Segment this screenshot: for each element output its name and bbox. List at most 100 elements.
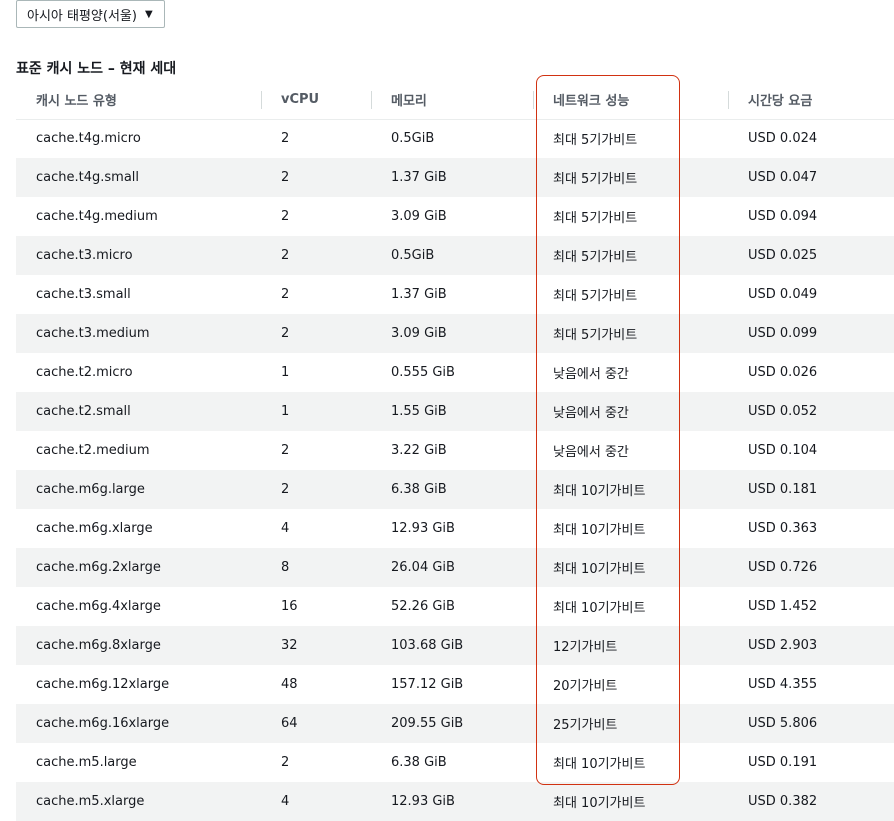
cell-memory: 0.555 GiB <box>391 365 455 380</box>
cell-memory: 209.55 GiB <box>371 704 533 743</box>
cell-node-type: cache.t2.micro <box>36 365 133 380</box>
cell-network: 낮음에서 중간 <box>533 392 728 431</box>
table-row: cache.t4g.small 2 1.37 GiB 최대 5기가비트 USD 0.04… <box>16 158 894 197</box>
table-row: cache.m5.large 2 6.38 GiB 최대 10기가비트 USD 0.19… <box>16 743 894 782</box>
cell-node-type: cache.m6g.large <box>16 470 261 509</box>
cell-network: 최대 5기가비트 <box>533 158 728 197</box>
cell-vcpu: 4 <box>281 521 290 536</box>
cell-node-type: cache.m5.xlarge <box>16 782 261 821</box>
cell-network: 20기가비트 <box>553 679 618 694</box>
cell-vcpu: 64 <box>261 704 371 743</box>
cell-price: USD 0.099 <box>728 314 894 353</box>
cell-vcpu: 2 <box>281 209 290 224</box>
caret-down-icon: ▼ <box>144 8 153 20</box>
cell-memory: 6.38 GiB <box>391 755 447 770</box>
region-select[interactable]: 아시아 태평양(서울) ▼ <box>16 0 165 28</box>
table-row: cache.t2.small 1 1.55 GiB 낮음에서 중간 USD 0.052 <box>16 392 894 431</box>
table-row: cache.t4g.medium 2 3.09 GiB 최대 5기가비트 USD 0.0… <box>16 197 894 236</box>
cell-network: 낮음에서 중간 <box>553 445 629 460</box>
cell-memory: 3.22 GiB <box>391 443 447 458</box>
cell-memory: 1.55 GiB <box>371 392 533 431</box>
cell-vcpu: 2 <box>261 236 371 275</box>
section-title: 표준 캐시 노드 – 현재 세대 <box>16 61 177 77</box>
cell-node-type: cache.t4g.small <box>16 158 261 197</box>
cell-memory: 52.26 GiB <box>391 599 455 614</box>
column-header-memory: 메모리 <box>371 81 533 120</box>
cell-memory: 0.5GiB <box>391 131 435 147</box>
cell-network: 최대 10기가비트 <box>553 523 646 538</box>
cell-memory: 26.04 GiB <box>371 548 533 587</box>
cell-node-type: cache.m6g.12xlarge <box>36 677 170 692</box>
cell-price: USD 2.903 <box>728 626 894 665</box>
cell-network: 낮음에서 중간 <box>553 367 629 382</box>
table-row: cache.t3.micro 2 0.5GiB 최대 5기가비트 USD 0.025 <box>16 236 894 275</box>
cell-vcpu: 1 <box>281 365 290 380</box>
cell-node-type: cache.t2.medium <box>36 443 150 458</box>
cell-vcpu: 2 <box>281 755 290 770</box>
table-row: cache.m6g.12xlarge 48 157.12 GiB 20기가비트 USD … <box>16 665 894 704</box>
column-header-vcpu: vCPU <box>261 81 371 120</box>
cell-price: USD 0.052 <box>728 392 894 431</box>
cell-network: 최대 10기가비트 <box>533 782 728 821</box>
cell-memory: 12.93 GiB <box>391 521 455 536</box>
column-header-price: 시간당 요금 <box>728 81 894 120</box>
table-row: cache.m6g.4xlarge 16 52.26 GiB 최대 10기가비트 USD… <box>16 587 894 626</box>
cell-memory: 157.12 GiB <box>391 677 464 692</box>
cell-vcpu: 8 <box>261 548 371 587</box>
cell-network: 최대 10기가비트 <box>533 470 728 509</box>
cell-memory: 6.38 GiB <box>371 470 533 509</box>
cell-vcpu: 2 <box>261 470 371 509</box>
cell-node-type: cache.m6g.16xlarge <box>16 704 261 743</box>
table-row: cache.t3.medium 2 3.09 GiB 최대 5기가비트 USD 0.09… <box>16 314 894 353</box>
cell-network: 최대 10기가비트 <box>533 548 728 587</box>
table-row: cache.m6g.2xlarge 8 26.04 GiB 최대 10기가비트 USD … <box>16 548 894 587</box>
table-row: cache.t3.small 2 1.37 GiB 최대 5기가비트 USD 0.049 <box>16 275 894 314</box>
table-row: cache.t4g.micro 2 0.5GiB 최대 5기가비트 USD 0.024 <box>16 119 894 158</box>
cell-node-type: cache.t3.medium <box>16 314 261 353</box>
cell-memory: 0.5GiB <box>371 236 533 275</box>
cell-network: 최대 5기가비트 <box>533 314 728 353</box>
cell-vcpu: 2 <box>281 287 290 302</box>
cell-memory: 1.37 GiB <box>391 287 447 302</box>
cell-vcpu: 2 <box>261 158 371 197</box>
cell-price: USD 0.026 <box>748 365 818 380</box>
cell-price: USD 0.104 <box>748 443 818 458</box>
cell-vcpu: 32 <box>261 626 371 665</box>
cell-vcpu: 4 <box>261 782 371 821</box>
cell-price: USD 1.452 <box>748 599 818 614</box>
cell-price: USD 0.382 <box>728 782 894 821</box>
cell-price: USD 5.806 <box>728 704 894 743</box>
cell-vcpu: 2 <box>281 131 290 147</box>
cell-node-type: cache.m5.large <box>36 755 137 770</box>
cell-node-type: cache.m6g.8xlarge <box>16 626 261 665</box>
table-row: cache.m6g.8xlarge 32 103.68 GiB 12기가비트 USD 2… <box>16 626 894 665</box>
cell-network: 25기가비트 <box>533 704 728 743</box>
cell-price: USD 0.094 <box>748 209 818 224</box>
pricing-table: 캐시 노드 유형 vCPU 메모리 네트워크 성능 시간당 요금 cache.t… <box>16 81 894 821</box>
cell-vcpu: 2 <box>281 443 290 458</box>
cell-network: 최대 5기가비트 <box>553 133 638 149</box>
cell-price: USD 0.049 <box>748 287 818 302</box>
cell-vcpu: 2 <box>261 314 371 353</box>
cell-memory: 12.93 GiB <box>371 782 533 821</box>
cell-price: USD 0.181 <box>728 470 894 509</box>
cell-memory: 3.09 GiB <box>371 314 533 353</box>
cell-price: USD 4.355 <box>748 677 818 692</box>
table-row: cache.m6g.large 2 6.38 GiB 최대 10기가비트 USD 0.1… <box>16 470 894 509</box>
cell-network: 최대 5기가비트 <box>533 236 728 275</box>
cell-price: USD 0.363 <box>748 521 818 536</box>
cell-network: 최대 10기가비트 <box>553 601 646 616</box>
cell-price: USD 0.025 <box>728 236 894 275</box>
table-row: cache.t2.medium 2 3.22 GiB 낮음에서 중간 USD 0.104 <box>16 431 894 470</box>
cell-node-type: cache.t4g.micro <box>36 131 141 147</box>
cell-node-type: cache.t3.small <box>36 287 131 302</box>
cell-price: USD 0.726 <box>728 548 894 587</box>
table-row: cache.m5.xlarge 4 12.93 GiB 최대 10기가비트 USD 0.… <box>16 782 894 821</box>
table-row: cache.m6g.16xlarge 64 209.55 GiB 25기가비트 USD … <box>16 704 894 743</box>
cell-memory: 103.68 GiB <box>371 626 533 665</box>
cell-node-type: cache.m6g.4xlarge <box>36 599 161 614</box>
cell-price: USD 0.024 <box>748 131 818 147</box>
cell-vcpu: 48 <box>281 677 298 692</box>
cell-vcpu: 16 <box>281 599 298 614</box>
cell-node-type: cache.t3.micro <box>16 236 261 275</box>
